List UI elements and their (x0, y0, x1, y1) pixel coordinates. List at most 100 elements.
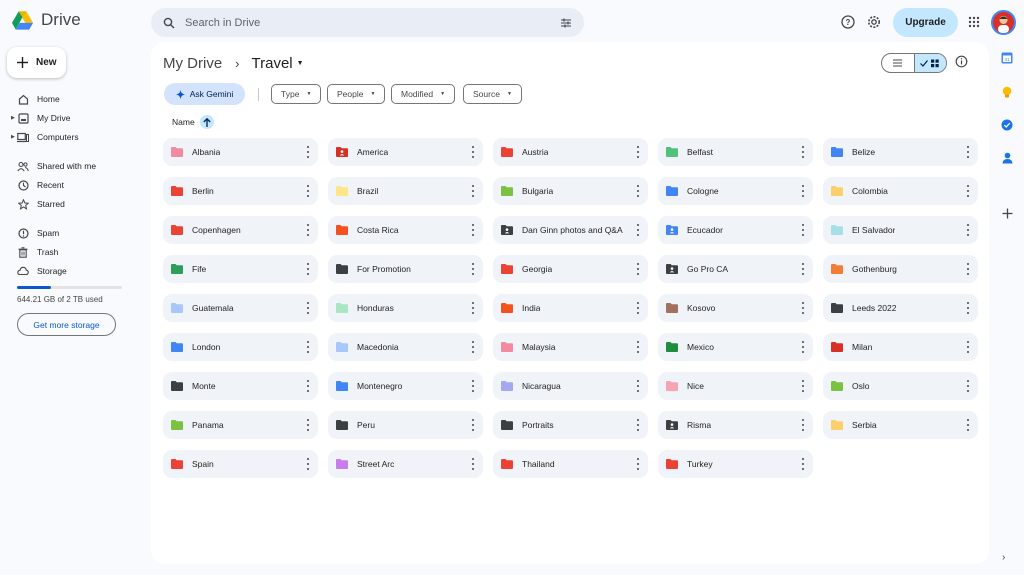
search-options-icon[interactable] (560, 17, 572, 29)
folder-item[interactable]: Belfast (658, 138, 813, 166)
sidebar-item-computers[interactable]: ▶ Computers (0, 128, 140, 146)
more-actions-icon[interactable] (306, 458, 310, 470)
add-icon[interactable] (1000, 206, 1014, 220)
breadcrumb-current[interactable]: Travel (252, 55, 293, 72)
sidebar-item-home[interactable]: Home (0, 90, 140, 108)
folder-item[interactable]: Bulgaria (493, 177, 648, 205)
folder-item[interactable]: Street Arc (328, 450, 483, 478)
more-actions-icon[interactable] (636, 341, 640, 353)
folder-item[interactable]: Ecucador (658, 216, 813, 244)
calendar-icon[interactable]: 31 (1000, 51, 1014, 65)
more-actions-icon[interactable] (801, 224, 805, 236)
folder-item[interactable]: Oslo (823, 372, 978, 400)
apps-grid-icon[interactable] (964, 12, 984, 32)
filter-modified[interactable]: Modified ▼ (391, 84, 456, 104)
folder-item[interactable]: El Salvador (823, 216, 978, 244)
folder-item[interactable]: Montenegro (328, 372, 483, 400)
contacts-icon[interactable] (1000, 151, 1014, 165)
folder-item[interactable]: America (328, 138, 483, 166)
more-actions-icon[interactable] (801, 263, 805, 275)
settings-icon[interactable] (864, 12, 884, 32)
folder-item[interactable]: Monte (163, 372, 318, 400)
folder-item[interactable]: Belize (823, 138, 978, 166)
more-actions-icon[interactable] (801, 146, 805, 158)
more-actions-icon[interactable] (471, 419, 475, 431)
more-actions-icon[interactable] (306, 185, 310, 197)
more-actions-icon[interactable] (306, 341, 310, 353)
folder-item[interactable]: For Promotion (328, 255, 483, 283)
more-actions-icon[interactable] (636, 302, 640, 314)
arrow-up-icon[interactable] (199, 115, 214, 129)
folder-item[interactable]: Gothenburg (823, 255, 978, 283)
folder-item[interactable]: Costa Rica (328, 216, 483, 244)
folder-item[interactable]: Go Pro CA (658, 255, 813, 283)
folder-item[interactable]: Cologne (658, 177, 813, 205)
expand-caret-icon[interactable]: ▶ (11, 115, 15, 121)
folder-item[interactable]: Mexico (658, 333, 813, 361)
folder-item[interactable]: Dan Ginn photos and Q&A (493, 216, 648, 244)
info-icon[interactable] (955, 55, 971, 71)
more-actions-icon[interactable] (966, 302, 970, 314)
folder-item[interactable]: Malaysia (493, 333, 648, 361)
sidebar-item-storage[interactable]: Storage (0, 262, 140, 280)
folder-item[interactable]: Fife (163, 255, 318, 283)
breadcrumb-root[interactable]: My Drive (163, 55, 222, 72)
folder-item[interactable]: Milan (823, 333, 978, 361)
filter-source[interactable]: Source ▼ (463, 84, 522, 104)
folder-item[interactable]: Austria (493, 138, 648, 166)
folder-item[interactable]: Spain (163, 450, 318, 478)
folder-item[interactable]: Copenhagen (163, 216, 318, 244)
more-actions-icon[interactable] (636, 263, 640, 275)
search-bar[interactable] (151, 8, 584, 37)
folder-item[interactable]: Macedonia (328, 333, 483, 361)
caret-down-icon[interactable]: ▼ (297, 60, 304, 67)
more-actions-icon[interactable] (636, 146, 640, 158)
more-actions-icon[interactable] (636, 458, 640, 470)
folder-item[interactable]: India (493, 294, 648, 322)
new-button[interactable]: New (7, 47, 66, 78)
sidebar-item-shared[interactable]: Shared with me (0, 157, 140, 175)
sidebar-item-trash[interactable]: Trash (0, 243, 140, 261)
sidebar-item-my-drive[interactable]: ▶ My Drive (0, 109, 140, 127)
sidebar-item-recent[interactable]: Recent (0, 176, 140, 194)
more-actions-icon[interactable] (471, 341, 475, 353)
more-actions-icon[interactable] (471, 458, 475, 470)
get-more-storage-button[interactable]: Get more storage (17, 313, 116, 336)
more-actions-icon[interactable] (471, 224, 475, 236)
more-actions-icon[interactable] (306, 380, 310, 392)
more-actions-icon[interactable] (966, 146, 970, 158)
more-actions-icon[interactable] (636, 419, 640, 431)
folder-item[interactable]: Guatemala (163, 294, 318, 322)
more-actions-icon[interactable] (801, 419, 805, 431)
chevron-right-icon[interactable]: › (1002, 552, 1005, 563)
folder-item[interactable]: Albania (163, 138, 318, 166)
folder-item[interactable]: Nice (658, 372, 813, 400)
folder-item[interactable]: Georgia (493, 255, 648, 283)
more-actions-icon[interactable] (966, 341, 970, 353)
more-actions-icon[interactable] (306, 302, 310, 314)
list-view-button[interactable] (882, 54, 914, 72)
folder-item[interactable]: Panama (163, 411, 318, 439)
folder-item[interactable]: Leeds 2022 (823, 294, 978, 322)
more-actions-icon[interactable] (801, 341, 805, 353)
folder-item[interactable]: Colombia (823, 177, 978, 205)
search-input[interactable] (185, 16, 550, 29)
filter-type[interactable]: Type ▼ (271, 84, 322, 104)
more-actions-icon[interactable] (471, 263, 475, 275)
more-actions-icon[interactable] (471, 380, 475, 392)
more-actions-icon[interactable] (306, 146, 310, 158)
folder-item[interactable]: Risma (658, 411, 813, 439)
drive-logo[interactable]: Drive (12, 10, 81, 30)
more-actions-icon[interactable] (636, 380, 640, 392)
folder-item[interactable]: Portraits (493, 411, 648, 439)
folder-item[interactable]: Nicaragua (493, 372, 648, 400)
more-actions-icon[interactable] (966, 263, 970, 275)
tasks-icon[interactable] (1000, 118, 1014, 132)
filter-people[interactable]: People ▼ (327, 84, 386, 104)
more-actions-icon[interactable] (801, 302, 805, 314)
more-actions-icon[interactable] (801, 458, 805, 470)
folder-item[interactable]: Turkey (658, 450, 813, 478)
expand-caret-icon[interactable]: ▶ (11, 134, 15, 140)
more-actions-icon[interactable] (801, 185, 805, 197)
keep-icon[interactable] (1000, 85, 1014, 99)
